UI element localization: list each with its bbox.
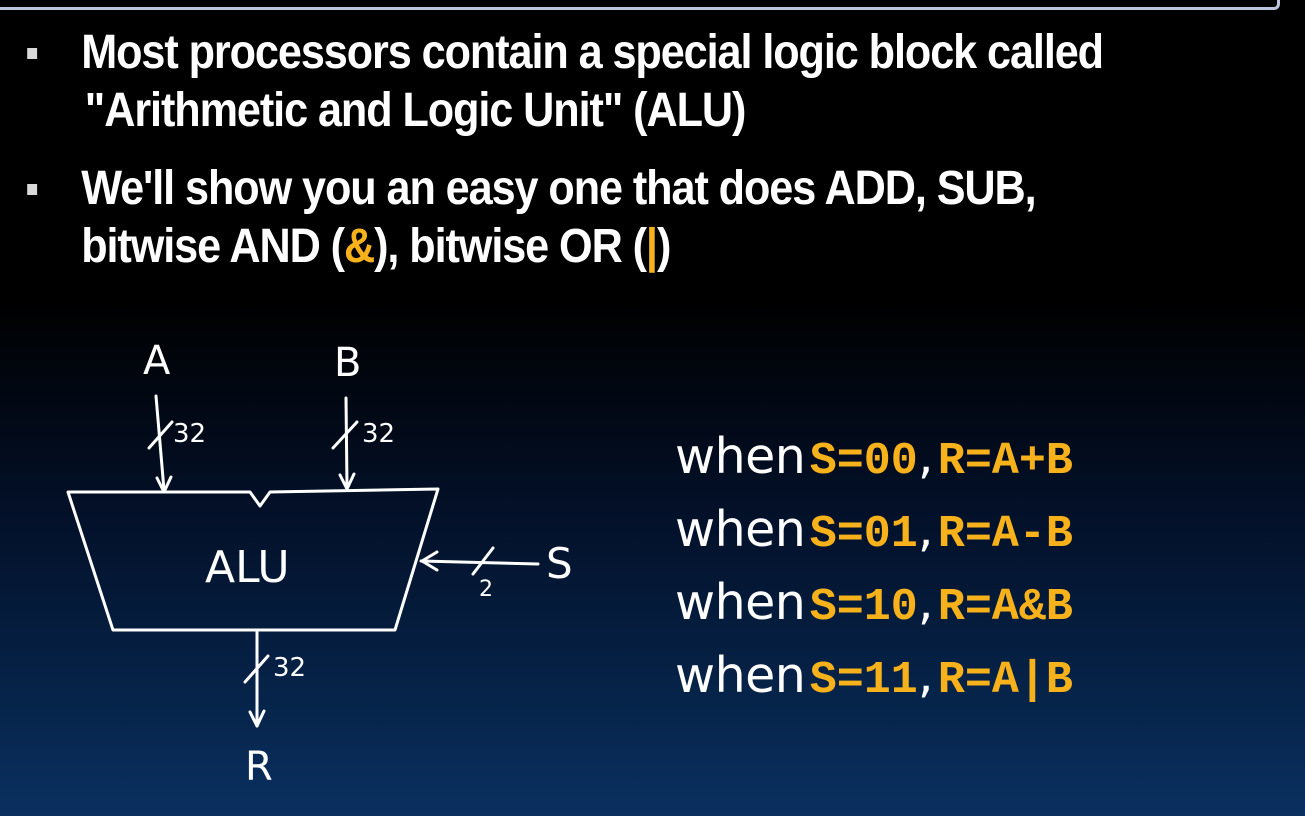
operation-when: when <box>675 574 806 631</box>
operation-when: when <box>675 428 806 485</box>
bullet-text: bitwise AND ( <box>81 220 345 273</box>
operation-when: when <box>675 647 806 704</box>
operation-row: when S=10, R=A&B <box>675 566 1073 639</box>
operation-row: when S=01, R=A-B <box>675 493 1073 566</box>
operation-select: S=11 <box>809 655 918 706</box>
operation-select: S=01 <box>809 509 918 560</box>
bullet-list: Most processors contain a special logic … <box>20 24 1290 276</box>
select-width: 2 <box>479 577 493 602</box>
bullet-text-line: Most processors contain a special logic … <box>81 26 1104 79</box>
operation-row: when S=00, R=A+B <box>675 420 1073 493</box>
operation-comma: , <box>917 501 934 558</box>
input-a-label: A <box>143 338 171 384</box>
alu-diagram-svg: ALU A B S R 32 32 2 32 <box>66 338 573 790</box>
or-symbol: | <box>645 220 658 273</box>
operation-result: R=A|B <box>937 655 1073 706</box>
input-a-wire <box>154 394 166 492</box>
operation-comma: , <box>917 647 934 704</box>
operation-comma: , <box>917 428 934 485</box>
operation-result: R=A&B <box>937 582 1073 633</box>
title-divider <box>0 0 1280 10</box>
operation-when: when <box>675 501 806 558</box>
bullet-square-icon <box>27 48 38 59</box>
input-a-width: 32 <box>173 419 206 449</box>
operation-result: R=A+B <box>937 436 1073 487</box>
bullet-text: ) <box>656 220 671 273</box>
output-r-label: R <box>245 744 273 790</box>
bullet-item-operations: We'll show you an easy one that does ADD… <box>20 160 1242 276</box>
alu-label: ALU <box>205 542 290 593</box>
bullet-text: "Arithmetic and Logic Unit" (ALU) <box>84 84 747 137</box>
operation-row: when S=11, R=A|B <box>675 639 1073 712</box>
operation-select: S=00 <box>809 436 918 487</box>
bullet-text-line: We'll show you an easy one that does ADD… <box>81 162 1036 215</box>
alu-diagram: ALU A B S R 32 32 2 32 <box>55 320 615 805</box>
operation-comma: , <box>917 574 934 631</box>
output-r-width: 32 <box>273 653 306 683</box>
input-b-label: B <box>334 340 361 386</box>
bullet-text-line: bitwise AND (&), bitwise OR (|) <box>81 218 1242 276</box>
operation-result: R=A-B <box>937 509 1073 560</box>
operation-table: when S=00, R=A+B when S=01, R=A-B when S… <box>675 420 1073 712</box>
bullet-text: ), bitwise OR ( <box>374 220 647 273</box>
bullet-text-line: "Arithmetic and Logic Unit" (ALU) <box>81 82 1242 140</box>
and-symbol: & <box>343 220 375 273</box>
bullet-square-icon <box>27 184 38 195</box>
bullet-item-alu-intro: Most processors contain a special logic … <box>20 24 1242 140</box>
input-b-wire <box>344 396 349 489</box>
select-label: S <box>546 539 573 588</box>
input-b-width: 32 <box>362 419 395 449</box>
operation-select: S=10 <box>809 582 918 633</box>
